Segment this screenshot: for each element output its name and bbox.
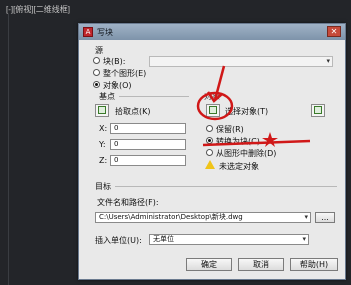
annotation-underline [202, 139, 311, 147]
annotation-star [262, 132, 278, 147]
red-annotations [196, 65, 311, 147]
